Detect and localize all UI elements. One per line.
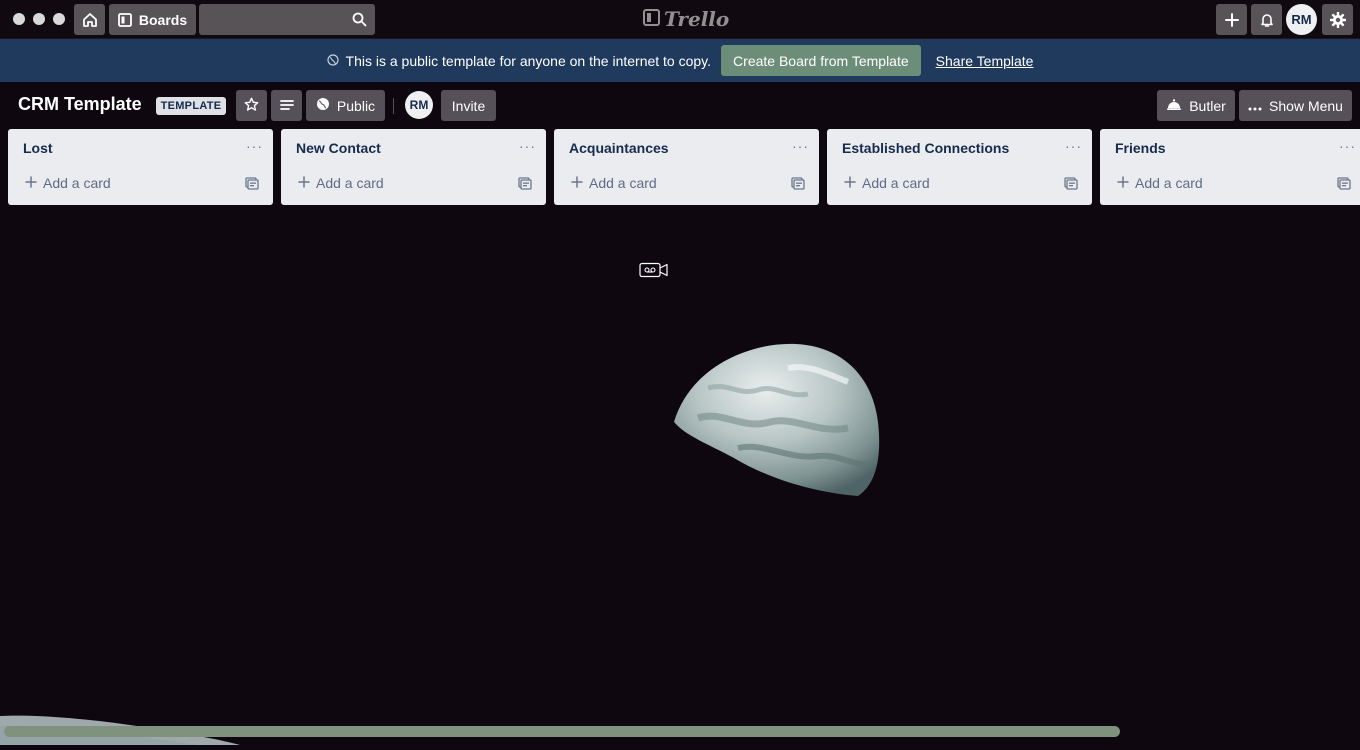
horizontal-scrollbar-thumb[interactable] [4,726,1120,737]
search-box[interactable] [199,4,375,35]
add-card-label: Add a card [862,175,930,191]
template-badge: TEMPLATE [156,97,226,115]
butler-icon [1166,97,1182,114]
list-acquaintances: Acquaintances ··· Add a card [554,129,819,205]
avatar[interactable]: RM [1286,4,1317,35]
app-header: Boards Trello RM [0,0,1360,39]
list-menu-button[interactable]: ··· [1339,138,1356,154]
globe-icon [316,97,330,114]
add-card-button[interactable]: Add a card [844,175,930,191]
list-title[interactable]: Friends [1115,140,1166,156]
create-board-from-template-button[interactable]: Create Board from Template [721,45,921,76]
trello-logo[interactable]: Trello [643,7,730,31]
butler-label: Butler [1189,97,1226,114]
add-card-label: Add a card [316,175,384,191]
list-title[interactable]: Established Connections [842,140,1009,156]
visibility-label: Public [336,97,376,114]
boards-button[interactable]: Boards [109,4,196,35]
boards-icon [117,12,132,27]
window-zoom-button[interactable] [53,13,65,25]
window-minimize-button[interactable] [33,13,45,25]
notifications-button[interactable] [1251,4,1282,35]
more-icon [1248,98,1262,114]
star-icon [244,97,259,115]
list-lost: Lost ··· Add a card [8,129,273,205]
list-new-contact: New Contact ··· Add a card [281,129,546,205]
description-icon [279,98,294,114]
create-from-template-icon[interactable] [518,177,532,195]
visibility-button[interactable]: Public [306,90,385,121]
list-menu-button[interactable]: ··· [519,138,536,154]
show-menu-label: Show Menu [1269,97,1343,114]
search-input[interactable] [199,4,349,35]
home-icon [82,12,98,28]
list-menu-button[interactable]: ··· [792,138,809,154]
list-title[interactable]: New Contact [296,140,381,156]
home-button[interactable] [74,4,105,35]
create-from-template-icon[interactable] [245,177,259,195]
plus-icon [298,175,310,191]
add-card-button[interactable]: Add a card [1117,175,1203,191]
add-card-button[interactable]: Add a card [571,175,657,191]
add-card-label: Add a card [43,175,111,191]
header-divider [393,98,394,114]
star-board-button[interactable] [236,90,267,121]
share-template-link[interactable]: Share Template [936,53,1034,69]
board-member-avatar[interactable]: RM [405,91,433,119]
create-from-template-icon[interactable] [1064,177,1078,195]
window-close-button[interactable] [13,13,25,25]
create-from-template-icon[interactable] [1337,177,1351,195]
gear-icon [1329,11,1347,29]
banner-message: This is a public template for anyone on … [326,52,712,69]
video-camera-icon[interactable] [639,262,669,283]
list-title[interactable]: Lost [23,140,53,156]
avatar-initials: RM [1291,12,1312,27]
board-title[interactable]: CRM Template [18,94,142,115]
plus-icon [1117,175,1129,191]
list-menu-button[interactable]: ··· [246,138,263,154]
list-established-connections: Established Connections ··· Add a card [827,129,1092,205]
banner-text: This is a public template for anyone on … [345,52,712,69]
plus-icon [1224,12,1240,28]
board-member-initials: RM [409,98,429,112]
template-banner: This is a public template for anyone on … [0,39,1360,82]
trello-logo-text: Trello [664,7,730,31]
globe-icon [326,53,339,69]
list-friends: Friends ··· Add a card [1100,129,1360,205]
plus-icon [571,175,583,191]
create-from-template-icon[interactable] [791,177,805,195]
plus-icon [844,175,856,191]
boards-label: Boards [138,11,188,28]
earth-background-image [668,338,884,505]
list-title[interactable]: Acquaintances [569,140,669,156]
add-card-label: Add a card [1135,175,1203,191]
create-button[interactable] [1216,4,1247,35]
invite-button[interactable]: Invite [441,90,496,121]
bell-icon [1259,12,1275,28]
add-card-button[interactable]: Add a card [25,175,111,191]
board-description-button[interactable] [271,90,302,121]
butler-button[interactable]: Butler [1157,90,1235,121]
add-card-button[interactable]: Add a card [298,175,384,191]
search-icon[interactable] [352,12,367,32]
plus-icon [25,175,37,191]
trello-logo-icon [643,7,660,31]
list-menu-button[interactable]: ··· [1065,138,1082,154]
add-card-label: Add a card [589,175,657,191]
settings-button[interactable] [1322,4,1353,35]
show-menu-button[interactable]: Show Menu [1239,90,1352,121]
